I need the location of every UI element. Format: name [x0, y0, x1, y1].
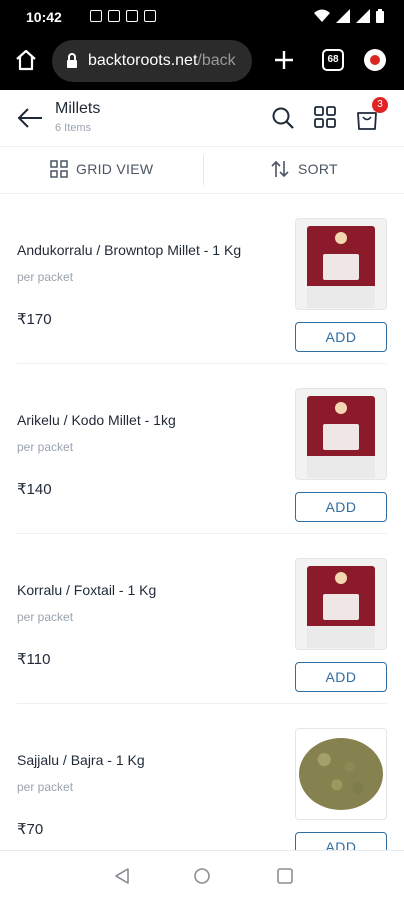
- url-domain: backtoroots.net: [88, 52, 198, 69]
- battery-icon: [376, 9, 384, 23]
- product-row[interactable]: Arikelu / Kodo Millet - 1kg per packet ₹…: [0, 364, 404, 534]
- product-row[interactable]: Sajjalu / Bajra - 1 Kg per packet ₹70 AD…: [0, 704, 404, 850]
- add-button[interactable]: ADD: [295, 492, 387, 522]
- url-path: /back: [197, 52, 236, 69]
- system-icons: [314, 9, 384, 23]
- product-list: Andukorralu / Browntop Millet - 1 Kg per…: [0, 194, 404, 850]
- app-header: Millets 6 Items 3: [0, 90, 404, 147]
- grid-view-label: GRID VIEW: [76, 161, 154, 177]
- search-icon[interactable]: [271, 106, 295, 130]
- nav-back-icon[interactable]: [113, 867, 131, 885]
- nav-recents-icon[interactable]: [276, 867, 294, 885]
- system-nav-bar: [0, 850, 404, 901]
- product-name: Andukorralu / Browntop Millet - 1 Kg: [17, 242, 242, 258]
- grid-icon[interactable]: [314, 106, 336, 128]
- product-name: Korralu / Foxtail - 1 Kg: [17, 582, 157, 598]
- avatar-dot: [370, 55, 380, 65]
- notification-icon: [126, 10, 138, 22]
- nav-home-icon[interactable]: [193, 867, 211, 885]
- profile-avatar[interactable]: [364, 49, 386, 71]
- divider: [203, 155, 204, 185]
- product-unit: per packet: [17, 270, 74, 284]
- product-unit: per packet: [17, 440, 74, 454]
- add-button[interactable]: ADD: [295, 662, 387, 692]
- product-price: ₹170: [17, 311, 52, 328]
- lock-icon: [67, 53, 77, 68]
- item-count: 6 Items: [55, 122, 92, 134]
- back-arrow-icon[interactable]: [16, 106, 44, 130]
- product-price: ₹70: [17, 821, 44, 838]
- status-bar: 10:42: [0, 0, 404, 34]
- product-price: ₹110: [17, 651, 51, 668]
- notification-icon: [108, 10, 120, 22]
- view-sort-bar: GRID VIEW SORT: [0, 147, 404, 194]
- product-price: ₹140: [17, 481, 52, 498]
- add-button[interactable]: ADD: [295, 832, 387, 850]
- notification-icon: [144, 10, 156, 22]
- millet-packet-image: [307, 226, 375, 308]
- product-image[interactable]: [295, 218, 387, 310]
- plus-icon[interactable]: [272, 48, 296, 72]
- url-bar[interactable]: backtoroots.net/back: [52, 40, 252, 82]
- cart-badge: 3: [372, 97, 388, 113]
- signal-icon: [356, 9, 370, 23]
- status-time: 10:42: [26, 9, 62, 25]
- browser-toolbar: backtoroots.net/back 68: [0, 34, 404, 90]
- bajra-seeds-image: [299, 738, 383, 810]
- product-name: Sajjalu / Bajra - 1 Kg: [17, 752, 145, 768]
- page-title: Millets: [55, 100, 101, 117]
- millet-packet-image: [307, 566, 375, 648]
- sort-button[interactable]: SORT: [270, 160, 338, 178]
- signal-icon: [336, 9, 350, 23]
- product-image[interactable]: [295, 388, 387, 480]
- product-unit: per packet: [17, 610, 74, 624]
- grid-view-icon: [50, 160, 68, 178]
- product-row[interactable]: Korralu / Foxtail - 1 Kg per packet ₹110…: [0, 534, 404, 704]
- home-icon[interactable]: [14, 48, 38, 72]
- add-button[interactable]: ADD: [295, 322, 387, 352]
- product-name: Arikelu / Kodo Millet - 1kg: [17, 412, 176, 428]
- grid-view-button[interactable]: GRID VIEW: [50, 160, 153, 178]
- product-unit: per packet: [17, 780, 74, 794]
- notification-icon: [90, 10, 102, 22]
- product-image[interactable]: [295, 728, 387, 820]
- notification-icons: [90, 10, 156, 22]
- sort-label: SORT: [298, 161, 338, 177]
- sort-icon: [271, 160, 289, 178]
- tabs-icon[interactable]: 68: [322, 49, 344, 71]
- product-image[interactable]: [295, 558, 387, 650]
- millet-packet-image: [307, 396, 375, 478]
- tab-count: 68: [327, 54, 339, 65]
- wifi-icon: [314, 9, 330, 22]
- product-row[interactable]: Andukorralu / Browntop Millet - 1 Kg per…: [0, 194, 404, 364]
